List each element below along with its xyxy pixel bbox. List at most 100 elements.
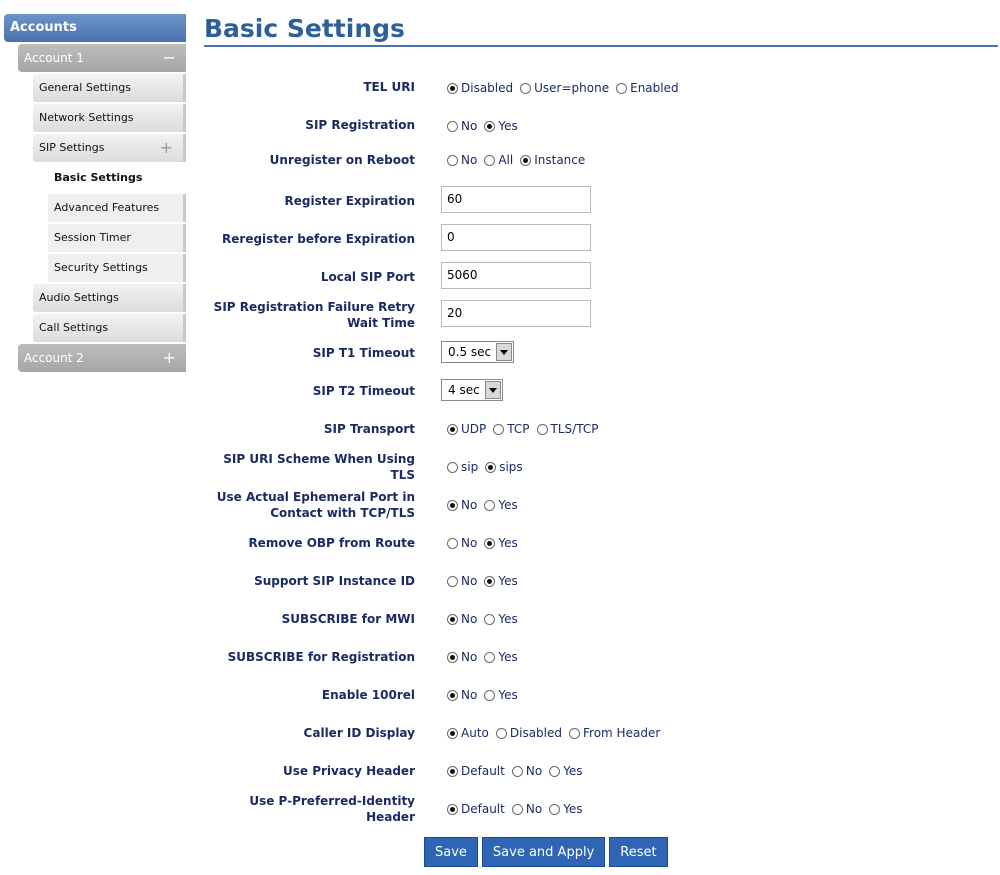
- radio-button[interactable]: [447, 537, 458, 549]
- radio-button[interactable]: [447, 613, 458, 625]
- radio-button[interactable]: [616, 82, 628, 94]
- radio-button[interactable]: [447, 651, 458, 663]
- radio-option[interactable]: No: [446, 688, 477, 702]
- radio-option[interactable]: Instance: [519, 153, 585, 167]
- radio-option[interactable]: No: [446, 612, 477, 626]
- radio-option[interactable]: Enabled: [615, 81, 679, 95]
- radio-button[interactable]: [520, 82, 532, 94]
- radio-option[interactable]: No: [446, 650, 477, 664]
- expand-icon[interactable]: +: [160, 134, 173, 162]
- sidebar-account-1[interactable]: Account 1 −: [18, 44, 186, 72]
- radio-button[interactable]: [511, 765, 523, 777]
- radio-button[interactable]: [536, 423, 548, 435]
- radio-button[interactable]: [447, 499, 458, 511]
- radio-option[interactable]: UDP: [446, 422, 486, 436]
- radio-button[interactable]: [484, 499, 496, 511]
- expand-icon[interactable]: +: [163, 344, 176, 372]
- form-actions: Save Save and Apply Reset: [424, 837, 672, 867]
- chevron-down-icon[interactable]: [496, 343, 512, 361]
- radio-option[interactable]: Yes: [483, 688, 518, 702]
- radio-option[interactable]: No: [446, 153, 477, 167]
- radio-button[interactable]: [447, 727, 458, 739]
- radio-button[interactable]: [493, 423, 505, 435]
- radio-button[interactable]: [447, 765, 458, 777]
- radio-option[interactable]: TCP: [492, 422, 530, 436]
- sidebar-subitem-basic-settings[interactable]: Basic Settings: [48, 164, 186, 192]
- radio-button[interactable]: [484, 613, 496, 625]
- radio-option[interactable]: All: [483, 153, 513, 167]
- sidebar-accounts-header[interactable]: Accounts: [4, 14, 186, 42]
- radio-button[interactable]: [447, 575, 458, 587]
- sidebar-item-sip-settings[interactable]: SIP Settings +: [33, 134, 186, 162]
- local-sip-port-input[interactable]: 5060: [441, 262, 591, 289]
- radio-option[interactable]: Yes: [483, 119, 518, 133]
- radio-button[interactable]: [447, 689, 458, 701]
- radio-button[interactable]: [484, 575, 496, 587]
- save-and-apply-button[interactable]: Save and Apply: [481, 837, 606, 867]
- radio-button[interactable]: [549, 765, 561, 777]
- radio-button[interactable]: [484, 120, 496, 132]
- radio-option[interactable]: Default: [446, 802, 505, 816]
- radio-button[interactable]: [569, 727, 581, 739]
- radio-option[interactable]: Yes: [483, 650, 518, 664]
- failure-retry-wait-time-input[interactable]: 20: [441, 300, 591, 327]
- radio-button[interactable]: [511, 803, 523, 815]
- save-button[interactable]: Save: [424, 837, 478, 867]
- radio-option[interactable]: TLS/TCP: [536, 422, 598, 436]
- radio-option[interactable]: Disabled: [495, 726, 562, 740]
- radio-option[interactable]: Yes: [483, 498, 518, 512]
- radio-button[interactable]: [520, 154, 532, 166]
- sidebar-subitem-advanced-features[interactable]: Advanced Features: [48, 194, 186, 222]
- sidebar-item-network-settings[interactable]: Network Settings: [33, 104, 186, 132]
- radio-button[interactable]: [484, 651, 496, 663]
- radio-button[interactable]: [484, 537, 496, 549]
- reset-button[interactable]: Reset: [609, 837, 668, 867]
- radio-button[interactable]: [485, 461, 497, 473]
- radio-option[interactable]: No: [511, 764, 542, 778]
- radio-option[interactable]: sips: [484, 460, 523, 474]
- chevron-down-icon[interactable]: [485, 381, 501, 399]
- sidebar-subitem-security-settings[interactable]: Security Settings: [48, 254, 186, 282]
- sidebar-account-2[interactable]: Account 2 +: [18, 344, 186, 372]
- radio-button[interactable]: [495, 727, 507, 739]
- radio-option[interactable]: Yes: [483, 612, 518, 626]
- radio-option[interactable]: Disabled: [446, 81, 513, 95]
- sidebar-item-audio-settings[interactable]: Audio Settings: [33, 284, 186, 312]
- remove-obp-radio-group: No Yes: [446, 536, 524, 550]
- radio-button[interactable]: [447, 803, 458, 815]
- radio-option[interactable]: Default: [446, 764, 505, 778]
- radio-option[interactable]: Yes: [483, 574, 518, 588]
- radio-button[interactable]: [447, 154, 458, 166]
- radio-button[interactable]: [447, 423, 458, 435]
- radio-button[interactable]: [484, 154, 496, 166]
- radio-label: No: [525, 764, 543, 778]
- radio-option[interactable]: User=phone: [519, 81, 609, 95]
- radio-button[interactable]: [447, 82, 458, 94]
- radio-option[interactable]: No: [446, 119, 477, 133]
- radio-option[interactable]: Yes: [483, 536, 518, 550]
- radio-button[interactable]: [447, 461, 458, 473]
- sidebar-subitem-session-timer[interactable]: Session Timer: [48, 224, 186, 252]
- register-expiration-input[interactable]: 60: [441, 186, 591, 213]
- radio-button[interactable]: [484, 689, 496, 701]
- radio-option[interactable]: No: [446, 498, 477, 512]
- radio-option[interactable]: No: [446, 574, 477, 588]
- radio-label: Default: [461, 802, 505, 816]
- radio-option[interactable]: No: [511, 802, 542, 816]
- radio-button[interactable]: [447, 120, 458, 132]
- sidebar-item-general-settings[interactable]: General Settings: [33, 74, 186, 102]
- select-value: 0.5 sec: [448, 345, 492, 359]
- radio-button[interactable]: [549, 803, 561, 815]
- sip-t1-timeout-select[interactable]: 0.5 sec: [441, 341, 514, 363]
- radio-label: No: [525, 802, 543, 816]
- radio-option[interactable]: Yes: [548, 764, 583, 778]
- radio-option[interactable]: sip: [446, 460, 478, 474]
- sip-t2-timeout-select[interactable]: 4 sec: [441, 379, 503, 401]
- radio-option[interactable]: Yes: [548, 802, 583, 816]
- radio-option[interactable]: Auto: [446, 726, 489, 740]
- radio-option[interactable]: No: [446, 536, 477, 550]
- collapse-icon[interactable]: −: [163, 44, 176, 72]
- radio-option[interactable]: From Header: [568, 726, 660, 740]
- sidebar-item-call-settings[interactable]: Call Settings: [33, 314, 186, 342]
- reregister-before-expiration-input[interactable]: 0: [441, 224, 591, 251]
